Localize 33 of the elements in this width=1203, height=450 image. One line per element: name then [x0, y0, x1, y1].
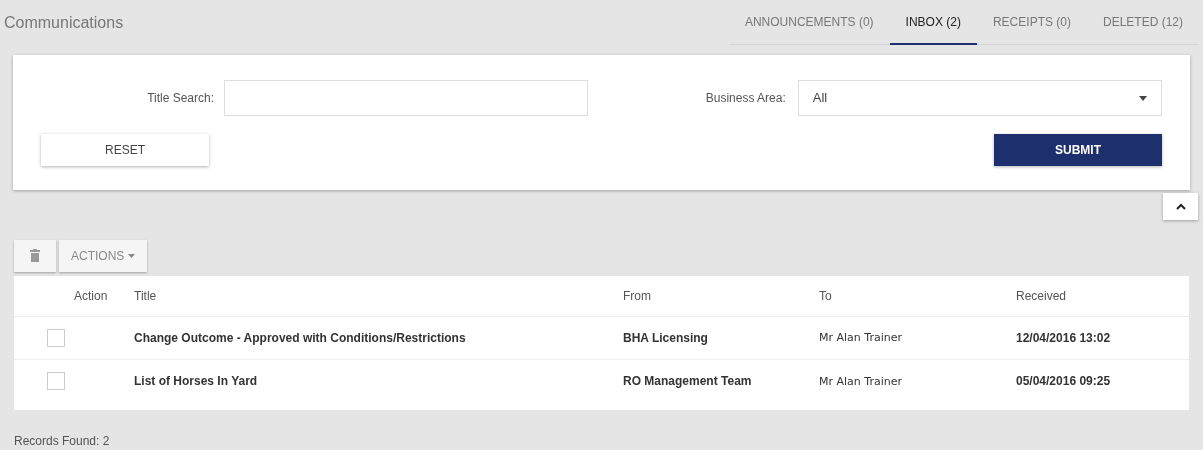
tab[interactable]: INBOX (2) — [889, 0, 977, 45]
table-cell: 12/04/2016 13:02 — [1016, 330, 1111, 345]
dropdown-caret-icon — [1139, 95, 1147, 101]
trash-icon — [30, 249, 40, 263]
column-header: Title — [134, 288, 157, 303]
submit-button[interactable]: SUBMIT — [994, 134, 1162, 166]
chevron-up-icon — [1175, 202, 1186, 210]
tab[interactable]: RECEIPTS (0) — [976, 0, 1087, 45]
table-cell: Mr Alan Trainer — [819, 374, 902, 388]
table-cell: BHA Licensing — [623, 330, 708, 345]
field-label: Title Search: — [146, 90, 216, 107]
column-header: Action — [74, 288, 108, 303]
column-header: To — [819, 288, 832, 303]
caret-icon — [128, 253, 136, 258]
business-area-select[interactable]: All — [797, 80, 1162, 116]
field-label: Business Area: — [704, 90, 787, 107]
table-cell: List of Horses In Yard — [134, 374, 258, 389]
table-cell: 05/04/2016 09:25 — [1016, 374, 1111, 389]
column-header: From — [623, 288, 651, 303]
tab[interactable]: ANNOUNCEMENTS (0) — [728, 0, 890, 45]
tab[interactable]: DELETED (12) — [1086, 0, 1199, 45]
reset-button[interactable]: RESET — [41, 134, 209, 166]
title-search-field[interactable] — [224, 80, 588, 116]
row-checkbox[interactable] — [47, 372, 65, 391]
table-cell: Mr Alan Trainer — [819, 331, 902, 345]
page-title: Communications — [4, 12, 125, 33]
column-header: Received — [1016, 288, 1067, 303]
row-checkbox[interactable] — [47, 328, 65, 347]
delete-button[interactable] — [14, 239, 56, 272]
records-count: Records Found: 2 — [14, 433, 111, 450]
table-cell: RO Management Team — [623, 374, 752, 389]
collapse-button[interactable] — [1163, 192, 1198, 220]
table-cell: Change Outcome - Approved with Conditions/Restrictions — [134, 330, 466, 345]
